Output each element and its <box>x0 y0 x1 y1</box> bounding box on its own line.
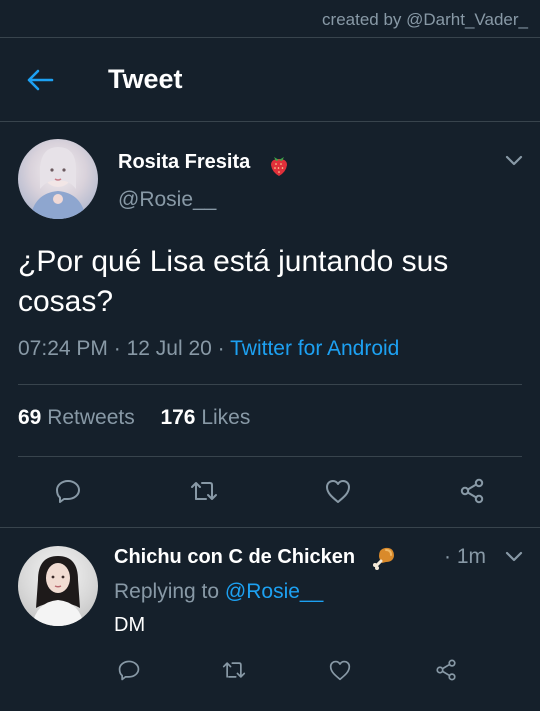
tweet-stats: 69 Retweets 176 Likes <box>18 406 250 430</box>
retweets-count: 69 <box>18 406 42 429</box>
likes-label: Likes <box>201 406 251 429</box>
retweets-stat[interactable]: 69 Retweets <box>18 406 135 429</box>
replying-to-handle-link[interactable]: @Rosie__ <box>225 580 323 603</box>
replying-to-line: Replying to @Rosie__ <box>114 580 323 604</box>
arrow-left-icon <box>27 69 54 91</box>
reply-text: DM <box>114 614 146 636</box>
retweet-icon <box>222 662 246 678</box>
watermark-bar: created by @Darht_Vader_ <box>0 0 540 38</box>
strawberry-icon <box>271 157 287 176</box>
retweet-button[interactable] <box>186 474 222 508</box>
reply-icon <box>118 660 140 681</box>
avatar-image <box>30 147 86 219</box>
poultry-leg-icon <box>373 547 394 570</box>
reply-button[interactable] <box>51 474 85 508</box>
reply-author-avatar[interactable] <box>18 546 98 626</box>
divider <box>0 527 540 528</box>
meta-separator: · <box>113 337 121 360</box>
share-icon <box>436 659 456 681</box>
retweets-label: Retweets <box>47 406 135 429</box>
avatar-image <box>32 556 84 626</box>
reply-author-name[interactable]: Chichu con C de Chicken <box>114 546 355 569</box>
tweet-date: 12 Jul 20 <box>126 337 212 360</box>
back-button[interactable] <box>22 64 58 96</box>
chevron-down-icon[interactable] <box>503 545 525 567</box>
divider <box>18 456 522 457</box>
share-button[interactable] <box>455 474 489 508</box>
divider <box>18 384 522 385</box>
author-name[interactable]: Rosita Fresita <box>118 151 250 174</box>
author-avatar[interactable] <box>18 139 98 219</box>
reply-share-button[interactable] <box>431 655 461 685</box>
retweet-icon <box>191 482 217 500</box>
like-button[interactable] <box>321 474 355 508</box>
reply-timestamp: · 1m <box>444 545 486 568</box>
likes-stat[interactable]: 176 Likes <box>160 406 250 429</box>
reply-like-button[interactable] <box>325 655 355 685</box>
page-title: Tweet <box>108 64 183 94</box>
tweet-text: ¿Por qué Lisa está juntando sus cosas? <box>18 245 449 318</box>
tweet-time: 07:24 PM <box>18 337 108 360</box>
likes-count: 176 <box>160 406 196 429</box>
author-handle[interactable]: @Rosie__ <box>118 188 216 212</box>
reply-reply-button[interactable] <box>114 655 144 685</box>
reply-icon <box>56 480 80 503</box>
top-app-bar: Tweet <box>0 38 540 122</box>
meta-separator: · <box>217 337 225 360</box>
tweet-meta: 07:24 PM · 12 Jul 20 · Twitter for Andro… <box>18 337 399 361</box>
share-icon <box>460 478 484 504</box>
tweet-source-link[interactable]: Twitter for Android <box>230 337 399 360</box>
reply-retweet-button[interactable] <box>218 655 250 685</box>
like-icon <box>329 660 351 681</box>
like-icon <box>326 480 350 503</box>
chevron-down-icon[interactable] <box>503 149 525 171</box>
replying-to-label: Replying to <box>114 580 220 603</box>
watermark-text: created by @Darht_Vader_ <box>322 10 528 29</box>
